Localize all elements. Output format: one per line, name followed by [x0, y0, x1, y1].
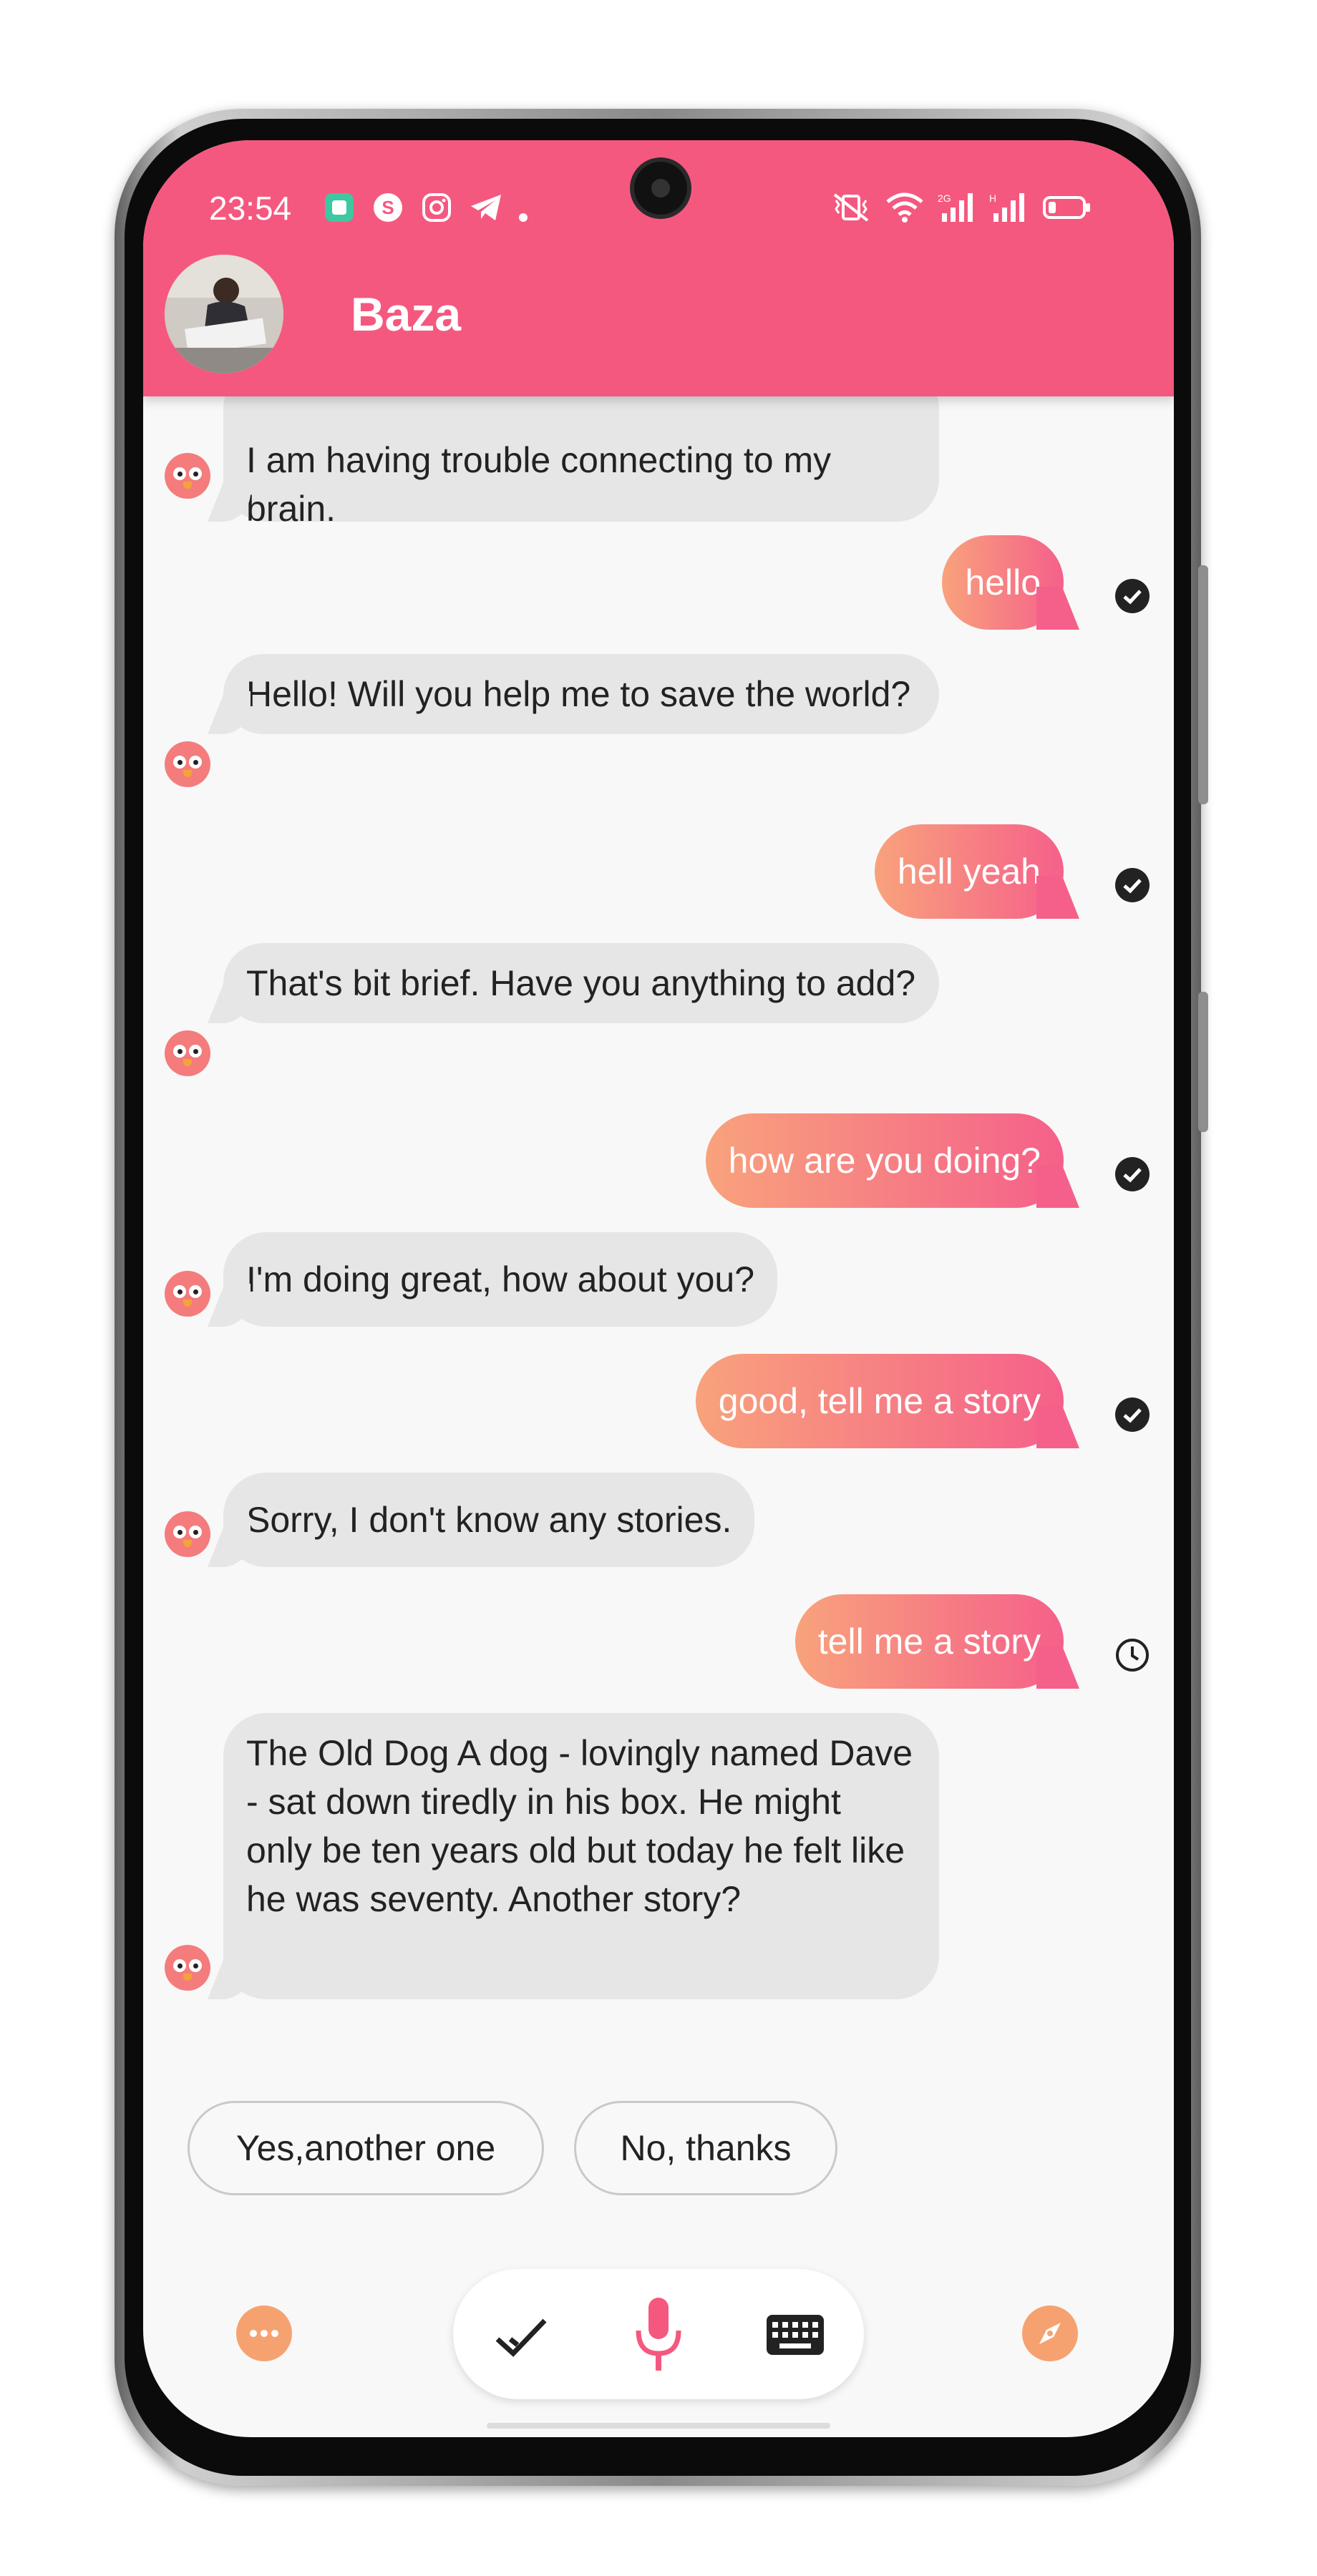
- delivered-check-icon: [1115, 1397, 1150, 1432]
- wifi-icon: [886, 192, 923, 223]
- compass-icon: [1039, 2323, 1061, 2344]
- user-message: hello: [942, 535, 1064, 630]
- quick-reply-no[interactable]: No, thanks: [574, 2101, 837, 2195]
- compass-button[interactable]: [1022, 2306, 1078, 2361]
- more-button[interactable]: [236, 2306, 292, 2361]
- power-button: [1198, 992, 1208, 1132]
- bot-message: The Old Dog A dog - lovingly named Dave …: [223, 1713, 939, 1999]
- signal-h-icon: H: [989, 192, 1024, 222]
- message-text: hell yeah: [897, 852, 1041, 892]
- app-bar: 23:54 S 2G H Baza: [143, 140, 1174, 396]
- status-time: 23:54: [209, 190, 292, 227]
- message-text: tell me a story: [817, 1621, 1041, 1662]
- more-icon: [250, 2330, 278, 2337]
- user-message: hell yeah: [874, 824, 1064, 919]
- signal-2g-icon: 2G: [938, 192, 973, 222]
- input-toolbar: [453, 2269, 864, 2399]
- message-text: hello: [965, 562, 1041, 602]
- bot-avatar-icon: [165, 453, 210, 499]
- message-text: good, tell me a story: [718, 1381, 1041, 1421]
- message-text: how are you doing?: [728, 1141, 1041, 1181]
- vibrate-icon: [833, 193, 869, 222]
- pending-clock-icon: [1116, 1639, 1149, 1672]
- bot-message: That's bit brief. Have you anything to a…: [223, 943, 939, 1023]
- microphone-icon[interactable]: [630, 2295, 687, 2373]
- chat-title: Baza: [351, 288, 462, 341]
- instagram-icon: [422, 193, 451, 222]
- signal-h-label: H: [989, 192, 996, 204]
- quick-reply-yes[interactable]: Yes,another one: [188, 2101, 544, 2195]
- delivered-check-icon: [1115, 868, 1150, 902]
- keyboard-icon[interactable]: [765, 2313, 825, 2356]
- message-text: I'm doing great, how about you?: [246, 1259, 755, 1299]
- battery-icon: [1043, 196, 1090, 219]
- volume-button: [1198, 565, 1208, 804]
- bot-avatar-icon: [165, 1511, 210, 1557]
- user-message: tell me a story: [794, 1594, 1064, 1689]
- signal-2g-label: 2G: [938, 192, 951, 204]
- message-text: That's bit brief. Have you anything to a…: [246, 963, 916, 1003]
- bot-avatar-icon: [165, 1271, 210, 1317]
- delivered-check-icon: [1115, 1157, 1150, 1191]
- user-message: good, tell me a story: [695, 1354, 1064, 1448]
- bot-message: Sorry, I don't know any stories.: [223, 1473, 755, 1567]
- avatar-photo: [165, 255, 283, 374]
- message-text: Sorry, I don't know any stories.: [246, 1500, 732, 1540]
- bot-avatar-icon: [165, 1030, 210, 1076]
- chat-area[interactable]: I am having trouble connecting to my bra…: [143, 140, 1174, 2437]
- telegram-icon: [471, 195, 501, 220]
- bot-avatar-icon: [165, 741, 210, 787]
- home-indicator[interactable]: [487, 2423, 830, 2429]
- checkmark-icon[interactable]: [492, 2308, 549, 2365]
- svg-text:S: S: [382, 197, 394, 218]
- dot-icon: [519, 213, 528, 222]
- bot-avatar-icon: [165, 1945, 210, 1991]
- skype-icon: S: [374, 193, 402, 222]
- app-notification-icon: [325, 193, 354, 222]
- phone-screen: I am having trouble connecting to my bra…: [143, 140, 1174, 2437]
- user-message: how are you doing?: [705, 1113, 1064, 1208]
- message-text: I am having trouble connecting to my bra…: [246, 440, 832, 529]
- message-text: Hello! Will you help me to save the worl…: [246, 674, 911, 714]
- message-text: The Old Dog A dog - lovingly named Dave …: [246, 1733, 913, 1919]
- bot-message: Hello! Will you help me to save the worl…: [223, 654, 939, 734]
- bot-message: I'm doing great, how about you?: [223, 1232, 778, 1327]
- front-camera: [634, 162, 687, 215]
- avatar[interactable]: [165, 255, 283, 374]
- delivered-check-icon: [1115, 579, 1150, 613]
